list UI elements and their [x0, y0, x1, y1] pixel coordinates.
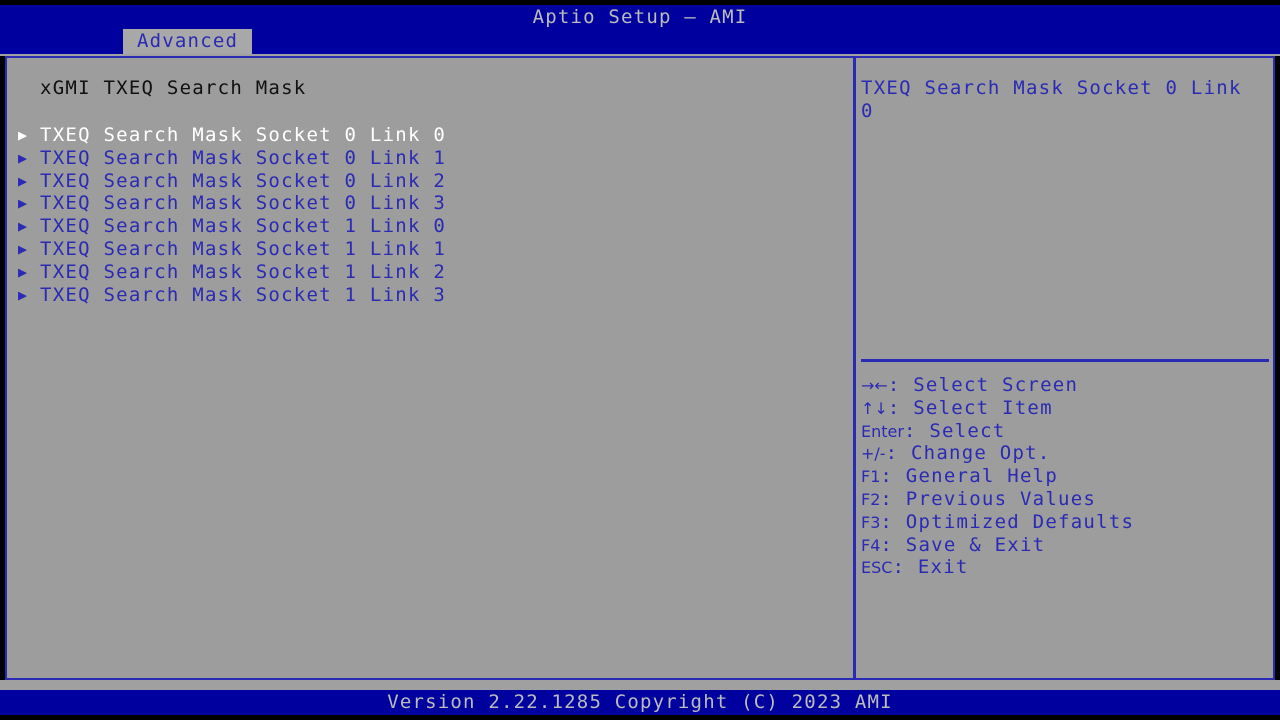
menu-item-label: TXEQ Search Mask Socket 1 Link 1 — [40, 238, 446, 261]
legend-separator: : — [880, 488, 905, 510]
menu-item[interactable]: ▶ TXEQ Search Mask Socket 1 Link 2 — [7, 261, 853, 284]
submenu-arrow-icon: ▶ — [18, 215, 34, 238]
submenu-arrow-icon: ▶ — [18, 284, 34, 307]
legend-keys: +/- — [861, 444, 886, 463]
help-description: TXEQ Search Mask Socket 0 Link 0 — [861, 77, 1261, 123]
help-panel: TXEQ Search Mask Socket 0 Link 0 →←: Sel… — [856, 58, 1273, 678]
legend-separator: : — [892, 556, 917, 578]
help-divider-rule — [861, 359, 1269, 362]
legend-row: Enter: Select — [861, 420, 1269, 443]
legend-action: Exit — [918, 556, 969, 578]
section-header: xGMI TXEQ Search Mask — [40, 77, 306, 99]
legend-separator: : — [888, 397, 913, 419]
legend-keys: F2 — [861, 490, 880, 509]
legend-keys: →← — [861, 376, 888, 395]
menu-item[interactable]: ▶ TXEQ Search Mask Socket 0 Link 3 — [7, 192, 853, 215]
page-title: Aptio Setup – AMI — [0, 5, 1280, 29]
legend-action: General Help — [906, 465, 1058, 487]
menu-item-label: TXEQ Search Mask Socket 0 Link 0 — [40, 124, 446, 147]
legend-separator: : — [904, 420, 929, 442]
legend-action: Previous Values — [906, 488, 1096, 510]
menu-item[interactable]: ▶ TXEQ Search Mask Socket 0 Link 2 — [7, 170, 853, 193]
submenu-arrow-icon: ▶ — [18, 147, 34, 170]
legend-separator: : — [880, 534, 905, 556]
legend-row: F4: Save & Exit — [861, 534, 1269, 557]
legend-row: F1: General Help — [861, 465, 1269, 488]
menu-item-label: TXEQ Search Mask Socket 0 Link 2 — [40, 170, 446, 193]
legend-keys: Enter — [861, 422, 904, 441]
menu-item-label: TXEQ Search Mask Socket 0 Link 1 — [40, 147, 446, 170]
menu-item-label: TXEQ Search Mask Socket 0 Link 3 — [40, 192, 446, 215]
submenu-arrow-icon: ▶ — [18, 261, 34, 284]
legend-row: ↑↓: Select Item — [861, 397, 1269, 420]
legend-keys: ↑↓ — [861, 399, 888, 418]
version-text: Version 2.22.1285 Copyright (C) 2023 AMI — [0, 690, 1280, 715]
menu-list: ▶ TXEQ Search Mask Socket 0 Link 0 ▶ TXEQ S… — [7, 124, 853, 306]
submenu-arrow-icon: ▶ — [18, 170, 34, 193]
frame-footer-gap — [0, 680, 1280, 690]
legend-row: F3: Optimized Defaults — [861, 511, 1269, 534]
menu-item[interactable]: ▶ TXEQ Search Mask Socket 0 Link 0 — [7, 124, 853, 147]
legend-action: Select Item — [913, 397, 1053, 419]
menu-item[interactable]: ▶ TXEQ Search Mask Socket 0 Link 1 — [7, 147, 853, 170]
menu-item[interactable]: ▶ TXEQ Search Mask Socket 1 Link 3 — [7, 284, 853, 307]
legend-row: F2: Previous Values — [861, 488, 1269, 511]
menu-item-label: TXEQ Search Mask Socket 1 Link 2 — [40, 261, 446, 284]
legend-keys: ESC — [861, 558, 892, 577]
menu-item[interactable]: ▶ TXEQ Search Mask Socket 1 Link 1 — [7, 238, 853, 261]
bios-setup-screen: Aptio Setup – AMI Advanced xGMI TXEQ Sea… — [0, 0, 1280, 720]
legend-row: →←: Select Screen — [861, 374, 1269, 397]
legend-separator: : — [886, 442, 911, 464]
legend-row: ESC: Exit — [861, 556, 1269, 579]
legend-action: Change Opt. — [911, 442, 1051, 464]
tab-advanced[interactable]: Advanced — [123, 29, 252, 54]
menu-item-label: TXEQ Search Mask Socket 1 Link 3 — [40, 284, 446, 307]
legend-action: Select — [929, 420, 1005, 442]
legend-keys: F4 — [861, 536, 880, 555]
legend-action: Optimized Defaults — [906, 511, 1134, 533]
submenu-arrow-icon: ▶ — [18, 192, 34, 215]
submenu-arrow-icon: ▶ — [18, 238, 34, 261]
key-legend: →←: Select Screen↑↓: Select ItemEnter: S… — [861, 374, 1269, 579]
legend-action: Save & Exit — [906, 534, 1046, 556]
legend-keys: F3 — [861, 513, 880, 532]
legend-separator: : — [888, 374, 913, 396]
bottom-black-strip — [0, 715, 1280, 720]
legend-action: Select Screen — [913, 374, 1078, 396]
submenu-arrow-icon: ▶ — [18, 124, 34, 147]
menu-item-label: TXEQ Search Mask Socket 1 Link 0 — [40, 215, 446, 238]
menu-item[interactable]: ▶ TXEQ Search Mask Socket 1 Link 0 — [7, 215, 853, 238]
legend-row: +/-: Change Opt. — [861, 442, 1269, 465]
settings-panel: xGMI TXEQ Search Mask ▶ TXEQ Search Mask … — [7, 58, 853, 678]
legend-keys: F1 — [861, 467, 880, 486]
main-frame: xGMI TXEQ Search Mask ▶ TXEQ Search Mask … — [5, 56, 1275, 680]
legend-separator: : — [880, 465, 905, 487]
legend-separator: : — [880, 511, 905, 533]
